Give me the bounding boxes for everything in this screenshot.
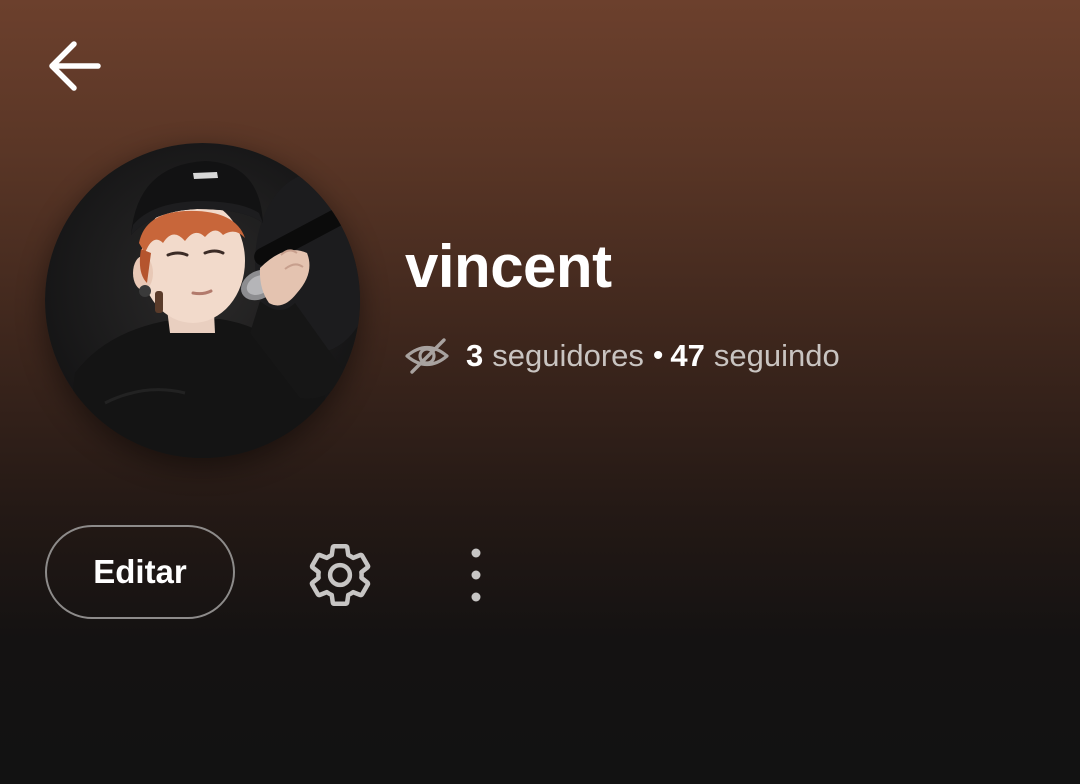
followers-count[interactable]: 3 xyxy=(466,338,483,374)
eye-off-icon xyxy=(404,336,450,376)
arrow-left-icon xyxy=(49,41,101,91)
stats-separator: • xyxy=(652,339,664,372)
profile-photo xyxy=(45,143,360,458)
more-options-button[interactable] xyxy=(446,535,506,615)
back-button[interactable] xyxy=(38,28,110,100)
profile-stats: 3 seguidores • 47 seguindo xyxy=(404,334,840,378)
edit-profile-button[interactable]: Editar xyxy=(45,525,235,619)
followers-label[interactable]: seguidores xyxy=(492,338,644,374)
gear-icon xyxy=(309,543,371,607)
settings-button[interactable] xyxy=(300,535,380,615)
more-vertical-icon xyxy=(471,548,481,602)
following-count[interactable]: 47 xyxy=(670,338,704,374)
avatar[interactable] xyxy=(45,143,360,458)
profile-name: vincent xyxy=(405,233,612,300)
following-label[interactable]: seguindo xyxy=(714,338,840,374)
